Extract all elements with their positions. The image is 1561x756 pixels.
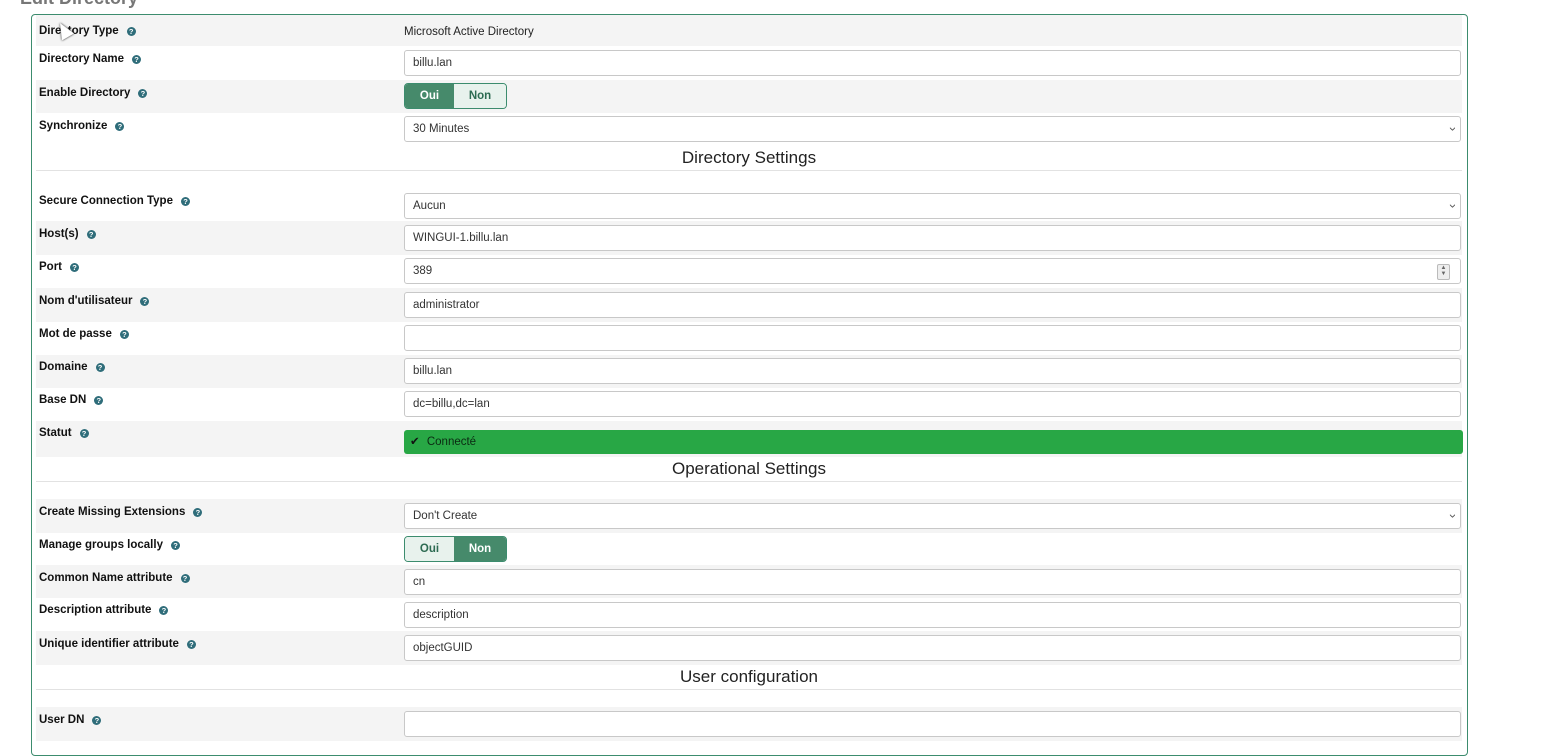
- enable-directory-label: Enable Directory: [39, 87, 131, 99]
- help-icon[interactable]: ?: [132, 54, 142, 64]
- base-dn-label: Base DN: [39, 394, 87, 406]
- user-dn-input[interactable]: [404, 711, 1461, 737]
- status-value: Connecté: [426, 436, 477, 448]
- row-status: Statut ? ✔ Connecté: [36, 421, 1463, 457]
- row-create-missing-extensions: Create Missing Extensions ? Don't Create: [36, 499, 1462, 533]
- unique-id-attr-input[interactable]: objectGUID: [404, 635, 1461, 661]
- username-label: Nom d'utilisateur: [39, 295, 133, 307]
- enable-directory-non-button[interactable]: Non: [454, 84, 506, 108]
- create-missing-extensions-select[interactable]: Don't Create: [404, 503, 1461, 529]
- section-operational-settings: Operational Settings: [36, 459, 1462, 482]
- manage-groups-locally-label: Manage groups locally: [39, 539, 163, 551]
- help-icon[interactable]: ?: [140, 296, 150, 306]
- help-icon[interactable]: ?: [119, 329, 129, 339]
- help-icon[interactable]: ?: [186, 639, 196, 649]
- row-enable-directory: Enable Directory ? Oui Non: [36, 80, 1462, 113]
- help-icon[interactable]: ?: [170, 540, 180, 550]
- port-value: 389: [413, 265, 433, 277]
- help-icon[interactable]: ?: [138, 88, 148, 98]
- row-user-dn: User DN ?: [36, 707, 1462, 741]
- section-user-configuration: User configuration: [36, 667, 1462, 690]
- manage-groups-oui-button[interactable]: Oui: [405, 537, 454, 561]
- hosts-input[interactable]: WINGUI-1.billu.lan: [404, 225, 1461, 251]
- help-icon[interactable]: ?: [126, 26, 136, 36]
- domain-input[interactable]: billu.lan: [404, 358, 1461, 384]
- status-label: Statut: [39, 427, 72, 439]
- row-hosts: Host(s) ? WINGUI-1.billu.lan: [36, 221, 1462, 255]
- directory-type-label: Directory Type: [39, 25, 119, 37]
- row-password: Mot de passe ?: [36, 322, 1462, 355]
- common-name-attr-input[interactable]: cn: [404, 569, 1461, 595]
- description-attr-label: Description attribute: [39, 604, 152, 616]
- row-username: Nom d'utilisateur ? administrator: [36, 288, 1462, 322]
- help-icon[interactable]: ?: [180, 196, 190, 206]
- description-attr-input[interactable]: description: [404, 602, 1461, 628]
- enable-directory-oui-button[interactable]: Oui: [405, 84, 454, 108]
- help-icon[interactable]: ?: [95, 362, 105, 372]
- help-icon[interactable]: ?: [79, 428, 89, 438]
- user-dn-label: User DN: [39, 714, 85, 726]
- row-directory-name: Directory Name ? billu.lan: [36, 46, 1462, 80]
- edit-directory-form: Directory Type ? Microsoft Active Direct…: [31, 14, 1468, 756]
- synchronize-label: Synchronize: [39, 120, 108, 132]
- hosts-label: Host(s): [39, 228, 79, 240]
- secure-connection-label: Secure Connection Type: [39, 195, 173, 207]
- help-icon[interactable]: ?: [115, 121, 125, 131]
- row-description-attr: Description attribute ? description: [36, 598, 1462, 631]
- check-icon: ✔: [410, 436, 420, 448]
- directory-name-input[interactable]: billu.lan: [404, 50, 1461, 76]
- port-label: Port: [39, 261, 62, 273]
- unique-id-attr-label: Unique identifier attribute: [39, 638, 179, 650]
- row-base-dn: Base DN ? dc=billu,dc=lan: [36, 388, 1462, 421]
- section-directory-settings: Directory Settings: [36, 148, 1462, 171]
- help-icon[interactable]: ?: [86, 229, 96, 239]
- directory-name-label: Directory Name: [39, 53, 125, 65]
- help-icon[interactable]: ?: [94, 395, 104, 405]
- row-directory-type: Directory Type ? Microsoft Active Direct…: [36, 15, 1462, 46]
- help-icon[interactable]: ?: [159, 605, 169, 615]
- row-secure-connection: Secure Connection Type ? Aucun: [36, 191, 1462, 221]
- port-input[interactable]: 389 ▲ ▼: [404, 258, 1461, 284]
- synchronize-select[interactable]: 30 Minutes: [404, 116, 1461, 142]
- enable-directory-toggle[interactable]: Oui Non: [404, 83, 507, 109]
- secure-connection-select[interactable]: Aucun: [404, 193, 1461, 219]
- username-input[interactable]: administrator: [404, 292, 1461, 318]
- status-badge: ✔ Connecté: [404, 430, 1463, 454]
- row-port: Port ? 389 ▲ ▼: [36, 255, 1462, 288]
- row-unique-id-attr: Unique identifier attribute ? objectGUID: [36, 631, 1462, 665]
- page-title: Edit Directory: [20, 0, 138, 9]
- row-manage-groups-locally: Manage groups locally ? Oui Non: [36, 533, 1462, 565]
- manage-groups-locally-toggle[interactable]: Oui Non: [404, 536, 507, 562]
- create-missing-extensions-label: Create Missing Extensions: [39, 506, 186, 518]
- help-icon[interactable]: ?: [92, 715, 102, 725]
- manage-groups-non-button[interactable]: Non: [454, 537, 506, 561]
- directory-type-value: Microsoft Active Directory: [404, 26, 534, 38]
- help-icon[interactable]: ?: [193, 507, 203, 517]
- help-icon[interactable]: ?: [70, 262, 79, 272]
- password-input[interactable]: [404, 325, 1461, 351]
- common-name-attr-label: Common Name attribute: [39, 572, 173, 584]
- row-common-name-attr: Common Name attribute ? cn: [36, 565, 1462, 598]
- password-label: Mot de passe: [39, 328, 112, 340]
- base-dn-input[interactable]: dc=billu,dc=lan: [404, 391, 1461, 417]
- help-icon[interactable]: ?: [180, 573, 190, 583]
- row-synchronize: Synchronize ? 30 Minutes: [36, 113, 1462, 147]
- row-domain: Domaine ? billu.lan: [36, 355, 1462, 388]
- port-stepper-icon[interactable]: ▲ ▼: [1437, 264, 1450, 280]
- domain-label: Domaine: [39, 361, 88, 373]
